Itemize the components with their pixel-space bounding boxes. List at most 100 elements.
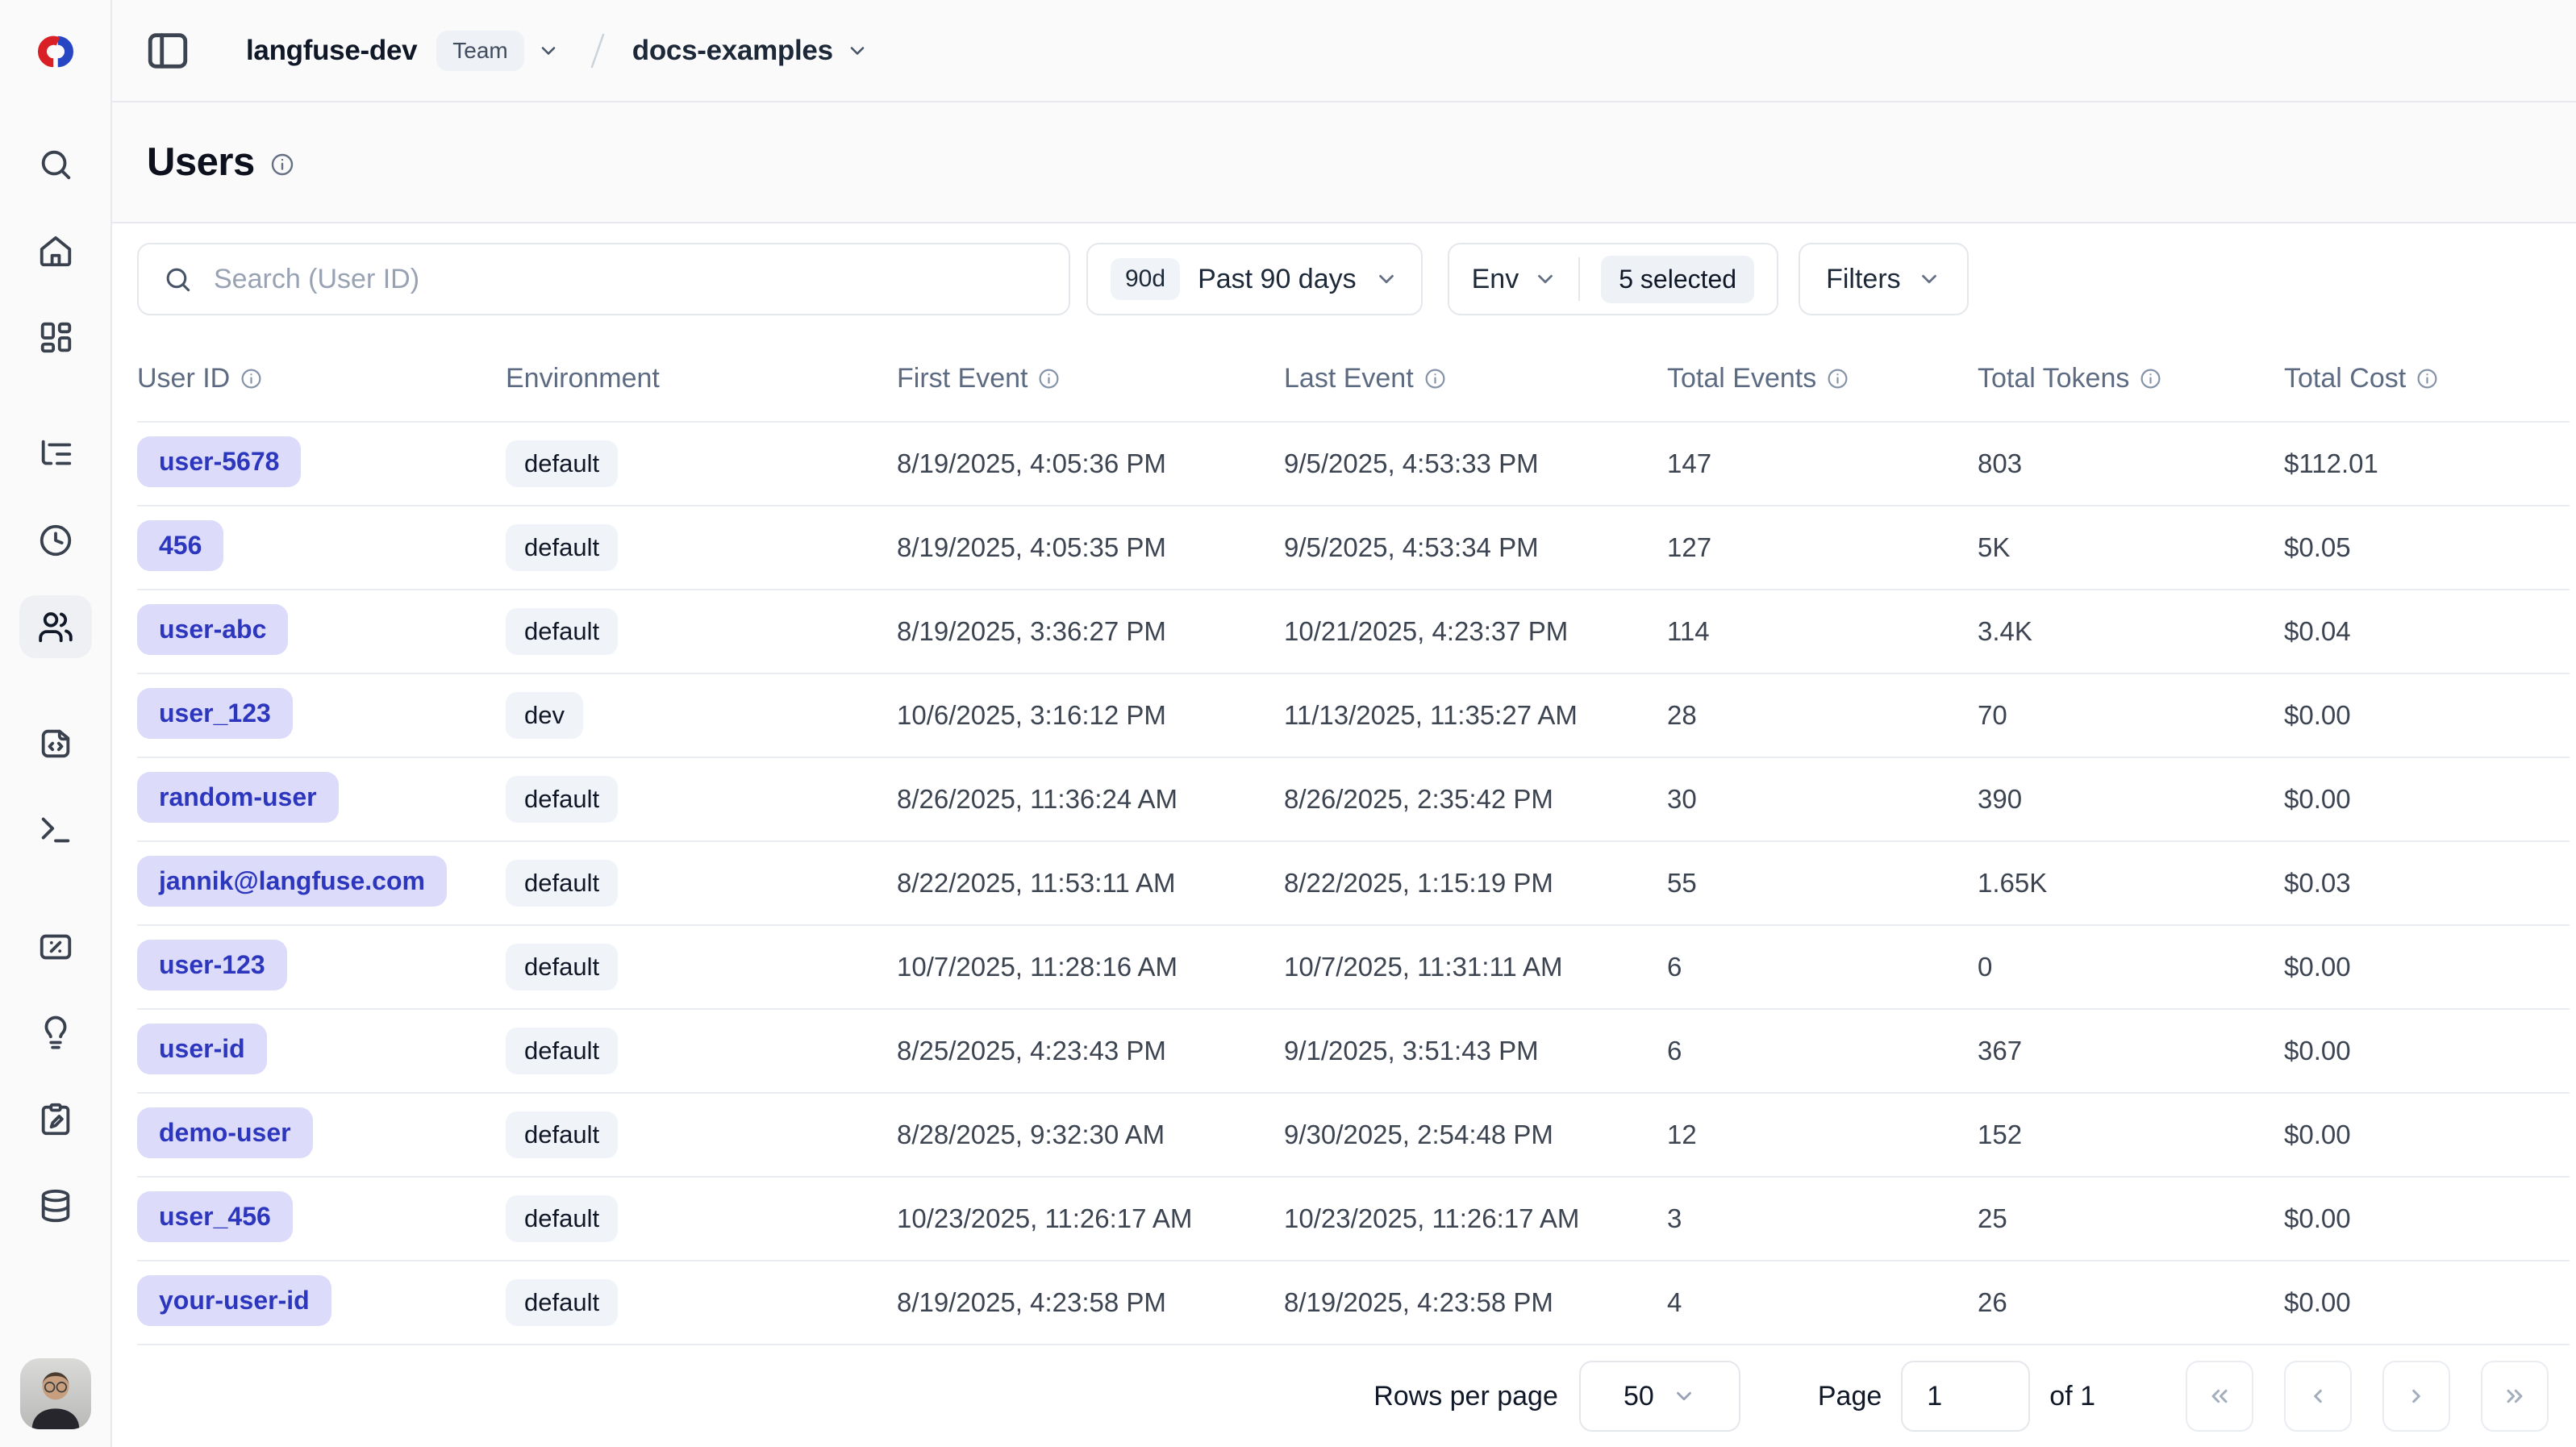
sidebar-item-datasets[interactable]: [19, 1174, 92, 1237]
search-input[interactable]: [212, 263, 1069, 296]
table-row[interactable]: user_456default10/23/2025, 11:26:17 AM10…: [137, 1178, 2570, 1261]
column-header[interactable]: Total Tokens: [1978, 363, 2284, 394]
total-cost-cell: $0.03: [2284, 868, 2351, 898]
environment-badge: default: [506, 1195, 618, 1242]
table-row[interactable]: jannik@langfuse.comdefault8/22/2025, 11:…: [137, 842, 2570, 926]
total-tokens-cell: 5K: [1978, 532, 2010, 562]
langfuse-logo[interactable]: [0, 0, 110, 102]
dashboard-grid-icon: [37, 319, 74, 356]
user-id-badge[interactable]: user_456: [137, 1191, 293, 1242]
column-header[interactable]: Total Cost: [2284, 363, 2570, 394]
column-header-label: Last Event: [1284, 363, 1414, 394]
environment-badge: default: [506, 1028, 618, 1074]
column-header[interactable]: Environment: [506, 363, 897, 394]
user-id-badge[interactable]: your-user-id: [137, 1275, 331, 1326]
terminal-icon: [37, 811, 74, 849]
breadcrumb-separator: [587, 30, 608, 72]
table-row[interactable]: user-123default10/7/2025, 11:28:16 AM10/…: [137, 926, 2570, 1010]
column-header[interactable]: First Event: [897, 363, 1284, 394]
org-plan-badge: Team: [436, 31, 523, 71]
sidebar-item-evaluation[interactable]: [19, 915, 92, 978]
user-id-badge[interactable]: user-5678: [137, 436, 301, 487]
last-event-cell: 10/21/2025, 4:23:37 PM: [1284, 616, 1568, 646]
page-label: Page: [1818, 1381, 1882, 1412]
table-row[interactable]: 456default8/19/2025, 4:05:35 PM9/5/2025,…: [137, 507, 2570, 590]
column-header[interactable]: Last Event: [1284, 363, 1667, 394]
date-range-label: Past 90 days: [1198, 264, 1357, 295]
filters-button[interactable]: Filters: [1799, 243, 1969, 315]
info-icon: [1037, 367, 1061, 390]
total-events-cell: 127: [1667, 532, 1711, 562]
total-events-cell: 12: [1667, 1120, 1697, 1149]
sidebar-item-home[interactable]: [19, 219, 92, 282]
user-id-badge[interactable]: user-123: [137, 940, 287, 990]
user-id-badge[interactable]: user-id: [137, 1024, 267, 1074]
table-header-row: User IDEnvironmentFirst EventLast Event T…: [137, 336, 2570, 423]
total-events-cell: 55: [1667, 868, 1697, 898]
user-id-badge[interactable]: user-abc: [137, 604, 288, 655]
total-cost-cell: $0.05: [2284, 532, 2351, 562]
previous-page-button[interactable]: [2284, 1361, 2352, 1432]
user-id-badge[interactable]: 456: [137, 520, 223, 571]
user-avatar[interactable]: [20, 1358, 91, 1429]
sidebar-item-sessions[interactable]: [19, 509, 92, 572]
table-row[interactable]: user_123dev10/6/2025, 3:16:12 PM11/13/20…: [137, 674, 2570, 758]
sidebar: [0, 0, 112, 1447]
environment-filter-button[interactable]: Env 5 selected: [1448, 243, 1778, 315]
date-range-button[interactable]: 90d Past 90 days: [1086, 243, 1423, 315]
table-row[interactable]: random-userdefault8/26/2025, 11:36:24 AM…: [137, 758, 2570, 842]
table-row[interactable]: user-iddefault8/25/2025, 4:23:43 PM9/1/2…: [137, 1010, 2570, 1094]
table-row[interactable]: demo-userdefault8/28/2025, 9:32:30 AM9/3…: [137, 1094, 2570, 1178]
environment-badge: default: [506, 440, 618, 487]
sidebar-item-search[interactable]: [19, 133, 92, 196]
chevron-down-icon: [1533, 267, 1557, 291]
last-event-cell: 10/23/2025, 11:26:17 AM: [1284, 1203, 1579, 1233]
last-page-button[interactable]: [2481, 1361, 2549, 1432]
next-page-button[interactable]: [2382, 1361, 2450, 1432]
sidebar-toggle-icon[interactable]: [144, 27, 191, 74]
clock-icon: [37, 522, 74, 559]
table-row[interactable]: your-user-iddefault8/19/2025, 4:23:58 PM…: [137, 1261, 2570, 1345]
sidebar-item-annotation[interactable]: [19, 1088, 92, 1151]
project-name[interactable]: docs-examples: [632, 35, 833, 67]
sidebar-item-tracing[interactable]: [19, 423, 92, 486]
last-event-cell: 9/1/2025, 3:51:43 PM: [1284, 1036, 1539, 1065]
main-area: langfuse-dev Team docs-examples Users: [112, 0, 2576, 1447]
total-tokens-cell: 803: [1978, 448, 2022, 478]
column-header[interactable]: Total Events: [1667, 363, 1978, 394]
chevron-right-icon: [2403, 1383, 2429, 1409]
org-name[interactable]: langfuse-dev: [246, 35, 417, 67]
sidebar-item-playground[interactable]: [19, 799, 92, 861]
rows-per-page-select[interactable]: 50: [1579, 1361, 1740, 1432]
info-icon[interactable]: [269, 152, 295, 177]
sidebar-item-insights[interactable]: [19, 1002, 92, 1065]
user-id-badge[interactable]: demo-user: [137, 1107, 313, 1158]
tracing-tree-icon: [37, 436, 74, 473]
environment-badge: default: [506, 860, 618, 907]
sidebar-item-prompts[interactable]: [19, 712, 92, 775]
first-page-button[interactable]: [2186, 1361, 2253, 1432]
page-number-input[interactable]: [1901, 1361, 2030, 1432]
search-box: [137, 243, 1070, 315]
total-cost-cell: $0.00: [2284, 784, 2351, 814]
column-header[interactable]: User ID: [137, 363, 506, 394]
chevron-down-icon[interactable]: [846, 40, 869, 62]
total-tokens-cell: 1.65K: [1978, 868, 2047, 898]
user-id-badge[interactable]: jannik@langfuse.com: [137, 856, 447, 907]
table-row[interactable]: user-5678default8/19/2025, 4:05:36 PM9/5…: [137, 423, 2570, 507]
page-header: Users: [112, 102, 2576, 223]
chevron-down-icon[interactable]: [537, 40, 560, 62]
last-event-cell: 9/5/2025, 4:53:34 PM: [1284, 532, 1539, 562]
last-event-cell: 8/19/2025, 4:23:58 PM: [1284, 1287, 1553, 1317]
user-id-badge[interactable]: user_123: [137, 688, 293, 739]
database-icon: [37, 1187, 74, 1224]
sidebar-item-users[interactable]: [19, 595, 92, 658]
sidebar-item-dashboard[interactable]: [19, 306, 92, 369]
total-cost-cell: $0.04: [2284, 616, 2351, 646]
pagination-bar: Rows per page 50 Page of 1: [137, 1345, 2570, 1447]
total-tokens-cell: 70: [1978, 700, 2007, 730]
last-event-cell: 9/30/2025, 2:54:48 PM: [1284, 1120, 1553, 1149]
table-row[interactable]: user-abcdefault8/19/2025, 3:36:27 PM10/2…: [137, 590, 2570, 674]
total-cost-cell: $0.00: [2284, 1203, 2351, 1233]
user-id-badge[interactable]: random-user: [137, 772, 339, 823]
